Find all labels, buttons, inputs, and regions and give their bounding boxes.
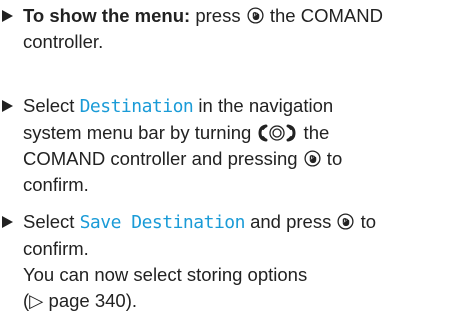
step-line: Select Save Destination and press to	[23, 209, 471, 236]
controller-press-icon	[304, 150, 321, 167]
text-fragment: COMAND controller and pressing	[23, 148, 303, 169]
text-fragment: Select	[23, 211, 80, 232]
controller-turn-icon	[257, 124, 297, 142]
step-heading: To show the menu:	[23, 5, 191, 26]
step-text: Select Save Destination and press to con…	[23, 209, 471, 314]
text-fragment: the COMAND	[264, 5, 383, 26]
text-fragment: and press	[244, 211, 337, 232]
step-bullet-icon	[2, 10, 13, 22]
step-bullet-icon	[2, 216, 13, 228]
step-line: system menu bar by turning the	[23, 120, 471, 146]
text-fragment: Select	[23, 95, 80, 116]
step-bullet-icon	[2, 100, 13, 112]
text-fragment: system menu bar by turning	[23, 122, 257, 143]
text-fragment: press	[190, 5, 246, 26]
step-line: controller.	[23, 31, 104, 52]
step-line: COMAND controller and pressing to	[23, 146, 471, 172]
step-line: To show the menu: press the COMAND	[23, 3, 471, 29]
page-reference-link[interactable]: (▷ page 340).	[23, 288, 471, 314]
menu-item-destination: Destination	[79, 96, 194, 117]
text-fragment: to	[355, 211, 377, 232]
controller-press-icon	[247, 7, 264, 24]
step-text: To show the menu: press the COMAND contr…	[23, 3, 471, 55]
text-fragment: the	[298, 122, 330, 143]
step-line: confirm.	[23, 174, 89, 195]
step-line: You can now select storing options	[23, 264, 308, 285]
step-text: Select Destination in the navigation sys…	[23, 93, 471, 198]
controller-press-icon	[337, 213, 355, 230]
text-fragment: to	[321, 148, 343, 169]
step-line: Select Destination in the navigation	[23, 93, 471, 120]
text-fragment: in the navigation	[193, 95, 334, 116]
step-line: confirm.	[23, 238, 89, 259]
menu-item-save-destination: Save Destination	[79, 212, 246, 233]
instruction-document: To show the menu: press the COMAND contr…	[0, 0, 471, 331]
